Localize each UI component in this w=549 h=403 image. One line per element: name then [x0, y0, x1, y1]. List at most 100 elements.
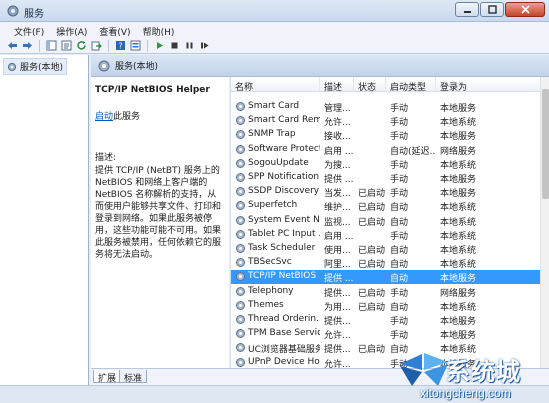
service-description-pane: TCP/IP NetBIOS Helper 启动此服务 描述: 提供 TCP/I…	[91, 77, 229, 368]
column-header-status[interactable]: 状态	[354, 77, 386, 93]
cell-startup-type: 自动(延迟...	[390, 146, 436, 157]
toolbar-separator	[147, 39, 148, 52]
restart-service-button[interactable]	[198, 39, 211, 52]
table-row[interactable]: System Event N... 监视... 已启动自动 本地系统	[231, 214, 549, 228]
service-gear-icon	[236, 229, 245, 239]
watermark: 系统城 xitongcheng.com	[398, 350, 546, 402]
table-row[interactable]: TCP/IP NetBIOS ... 提供 ... 自动 本地服务	[231, 270, 549, 285]
cell-description: 监视...	[324, 217, 351, 228]
menu-action[interactable]: 操作(A)	[50, 22, 93, 38]
cell-status: 已启动	[358, 203, 386, 214]
column-header-startup-type[interactable]: 启动类型	[386, 77, 436, 93]
service-gear-icon	[236, 357, 245, 367]
start-service-link[interactable]: 启动	[95, 112, 113, 122]
cell-logon-as: 网络服务	[440, 146, 477, 157]
panel-header: 服务(本地)	[91, 55, 549, 77]
forward-button[interactable]	[21, 39, 34, 52]
table-row[interactable]: TBSecSvc 阿里... 已启动 自动 本地系统	[231, 256, 549, 270]
column-header-logon-as[interactable]: 登录为	[436, 77, 541, 93]
cell-name: SPP Notification ...	[248, 172, 320, 182]
menu-view[interactable]: 查看(V)	[93, 22, 136, 38]
console-tree-button[interactable]	[45, 39, 58, 52]
cell-status: 已启动	[358, 189, 386, 200]
service-gear-icon	[236, 130, 245, 140]
table-row[interactable]: SNMP Trap 接收... 手动 本地服务	[231, 128, 549, 142]
start-service-button[interactable]	[153, 39, 166, 52]
table-row[interactable]: SPP Notification ... 提供 ... 手动 本地服务	[231, 171, 549, 185]
export-button[interactable]	[90, 39, 103, 52]
help-icon: ?	[116, 41, 125, 51]
close-button[interactable]	[505, 2, 545, 17]
table-row[interactable]: Themes 为用... 已启动 自动 本地系统	[231, 299, 549, 313]
column-header-description[interactable]: 描述	[320, 77, 354, 93]
cell-description: 为用...	[324, 302, 351, 313]
cell-name: Smart Card	[248, 101, 300, 111]
service-gear-icon	[236, 173, 245, 182]
help-button[interactable]: ?	[114, 39, 127, 52]
cell-name: System Event N...	[248, 214, 320, 225]
cell-name: TPM Base Servic...	[248, 328, 320, 339]
minimize-button[interactable]	[455, 2, 479, 17]
vertical-scrollbar[interactable]	[540, 77, 549, 368]
table-row[interactable]: Software Protect... 启用 ... 自动(延迟... 网络服务	[231, 143, 549, 157]
cell-logon-as: 本地系统	[440, 246, 477, 256]
table-row[interactable]: Smart Card Rem... 允许... 手动 本地系统	[231, 114, 549, 128]
refresh-button[interactable]	[75, 39, 88, 52]
cell-startup-type: 手动	[390, 331, 409, 342]
cell-description: 使用...	[324, 246, 351, 256]
pause-service-button[interactable]	[183, 39, 196, 52]
table-row[interactable]: Superfetch 维护... 已启动 自动 本地系统	[231, 199, 549, 213]
cell-description: 启用 ...	[324, 231, 354, 242]
menu-file[interactable]: 文件(F)	[8, 22, 50, 38]
table-row[interactable]: SogouUpdate 为搜... 手动 本地系统	[231, 157, 549, 171]
back-button[interactable]	[6, 39, 19, 52]
properties-button[interactable]	[60, 39, 73, 52]
cell-description: 为搜...	[324, 160, 351, 171]
table-row[interactable]: Tablet PC Input ... 启用 ... 手动 本地系统	[231, 228, 549, 242]
cell-logon-as: 本地系统	[440, 118, 477, 129]
details-button[interactable]	[129, 39, 142, 52]
menu-help[interactable]: 帮助(H)	[137, 22, 181, 38]
cell-logon-as: 本地系统	[440, 231, 477, 242]
close-icon	[520, 5, 530, 14]
maximize-button[interactable]	[480, 2, 504, 17]
toolbar: ?	[0, 38, 549, 54]
cell-name: Themes	[248, 299, 284, 310]
console-tree: 服务(本地)	[0, 55, 89, 385]
stop-service-button[interactable]	[168, 39, 181, 52]
export-icon	[91, 41, 102, 51]
cell-description: 接收...	[324, 132, 351, 143]
service-gear-icon	[236, 300, 245, 310]
cell-startup-type: 手动	[390, 160, 409, 171]
service-gear-icon	[236, 244, 245, 253]
table-row[interactable]: Task Scheduler 使用... 已启动 自动 本地系统	[231, 242, 549, 256]
table-row[interactable]: Thread Orderin... 提供... 手动 本地服务	[231, 313, 549, 327]
cell-logon-as: 本地服务	[440, 274, 477, 285]
table-row[interactable]: Smart Card 管理... 手动 本地服务	[231, 100, 549, 114]
minimize-icon	[463, 11, 471, 13]
table-row[interactable]: Telephony 提供... 已启动 手动 网络服务	[231, 285, 549, 299]
cell-name: UC浏览器基础服务	[248, 345, 320, 356]
watermark-domain: xitongcheng.com	[420, 386, 511, 400]
tree-item-services-local[interactable]: 服务(本地)	[3, 58, 68, 75]
cell-logon-as: 网络服务	[440, 288, 477, 299]
cell-description: 管理...	[324, 104, 351, 114]
column-header-name[interactable]: 名称	[231, 77, 320, 93]
forward-icon	[23, 42, 32, 49]
scrollbar-thumb[interactable]	[542, 89, 549, 199]
description-label: 描述:	[95, 153, 117, 163]
table-row[interactable]: TPM Base Servic... 允许... 手动 本地服务	[231, 327, 549, 341]
services-gear-icon	[7, 62, 17, 71]
table-row[interactable]: SSDP Discovery 当发... 已启动 手动 本地服务	[231, 185, 549, 199]
list-header: 名称 描述 状态 启动类型 登录为	[231, 77, 549, 93]
tab-extended[interactable]: 扩展	[93, 370, 122, 384]
cell-startup-type: 手动	[390, 132, 409, 143]
service-gear-icon	[236, 102, 245, 111]
cell-name: TBSecSvc	[248, 257, 292, 268]
cell-name: Software Protect...	[248, 143, 320, 154]
cell-logon-as: 本地服务	[440, 331, 477, 342]
services-list: 名称 描述 状态 启动类型 登录为 Smart Card 管理... 手动 本地服务 S…	[230, 77, 549, 368]
tab-standard[interactable]: 标准	[119, 370, 148, 384]
cell-name: Task Scheduler	[248, 243, 316, 253]
service-gear-icon	[236, 158, 245, 168]
